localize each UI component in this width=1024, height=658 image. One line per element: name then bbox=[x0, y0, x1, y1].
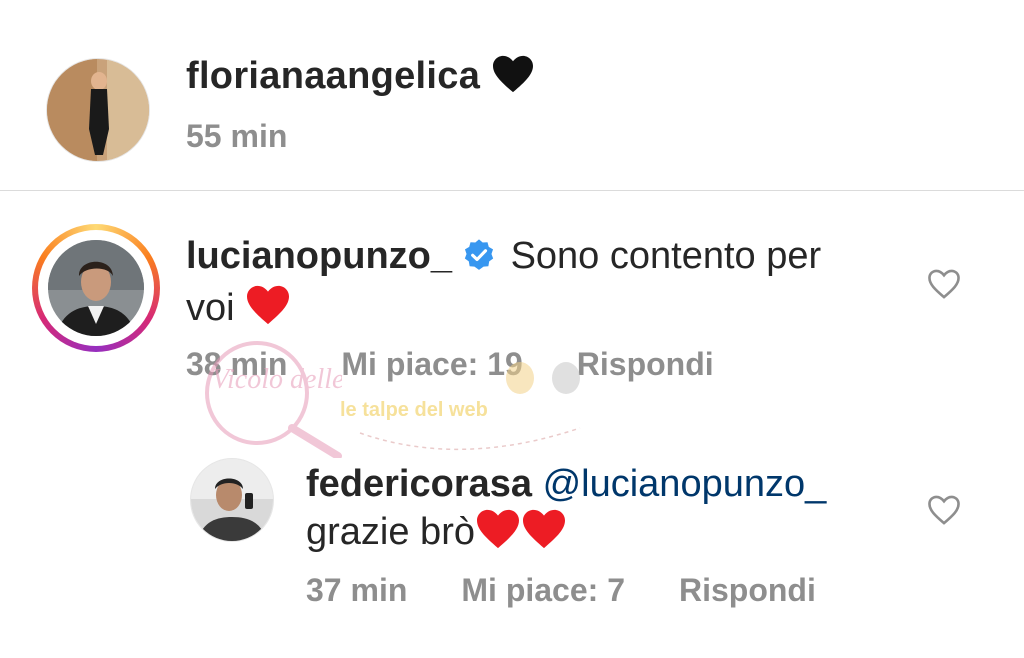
comment-username[interactable]: lucianopunzo_ bbox=[186, 235, 452, 277]
reply-timestamp: 37 min bbox=[306, 572, 408, 608]
red-heart-icon bbox=[521, 508, 567, 562]
comment-avatar[interactable] bbox=[48, 240, 144, 336]
caption-username-row: florianaangelica bbox=[186, 54, 535, 104]
reply-avatar[interactable] bbox=[190, 458, 274, 542]
reply-text: grazie brò bbox=[306, 511, 475, 553]
black-heart-icon bbox=[491, 54, 535, 104]
caption-timestamp: 55 min bbox=[186, 118, 288, 154]
caption-username[interactable]: florianaangelica bbox=[186, 55, 480, 97]
reply-mention[interactable]: @lucianopunzo_ bbox=[543, 463, 827, 505]
divider bbox=[0, 190, 1024, 191]
svg-text:Vicolo delle News: Vicolo delle News bbox=[212, 364, 342, 395]
reply-body: federicorasa @lucianopunzo_ grazie brò bbox=[306, 460, 896, 562]
watermark-logo: Vicolo delle News bbox=[172, 338, 412, 460]
caption-avatar[interactable] bbox=[46, 58, 150, 162]
like-heart-icon[interactable] bbox=[926, 494, 962, 531]
like-heart-icon[interactable] bbox=[926, 268, 962, 305]
red-heart-icon bbox=[245, 284, 291, 338]
red-heart-icon bbox=[475, 508, 521, 562]
reply-username[interactable]: federicorasa bbox=[306, 463, 532, 505]
watermark-talpe: le talpe del web bbox=[340, 338, 600, 468]
svg-text:le talpe del web: le talpe del web bbox=[340, 399, 488, 421]
verified-badge-icon bbox=[462, 236, 496, 284]
reply-button[interactable]: Rispondi bbox=[679, 572, 816, 608]
comment-body: lucianopunzo_ Sono contento per voi bbox=[186, 232, 876, 338]
reply-meta: 37 min Mi piace: 7 Rispondi bbox=[306, 572, 816, 609]
reply-likes[interactable]: Mi piace: 7 bbox=[461, 572, 625, 608]
